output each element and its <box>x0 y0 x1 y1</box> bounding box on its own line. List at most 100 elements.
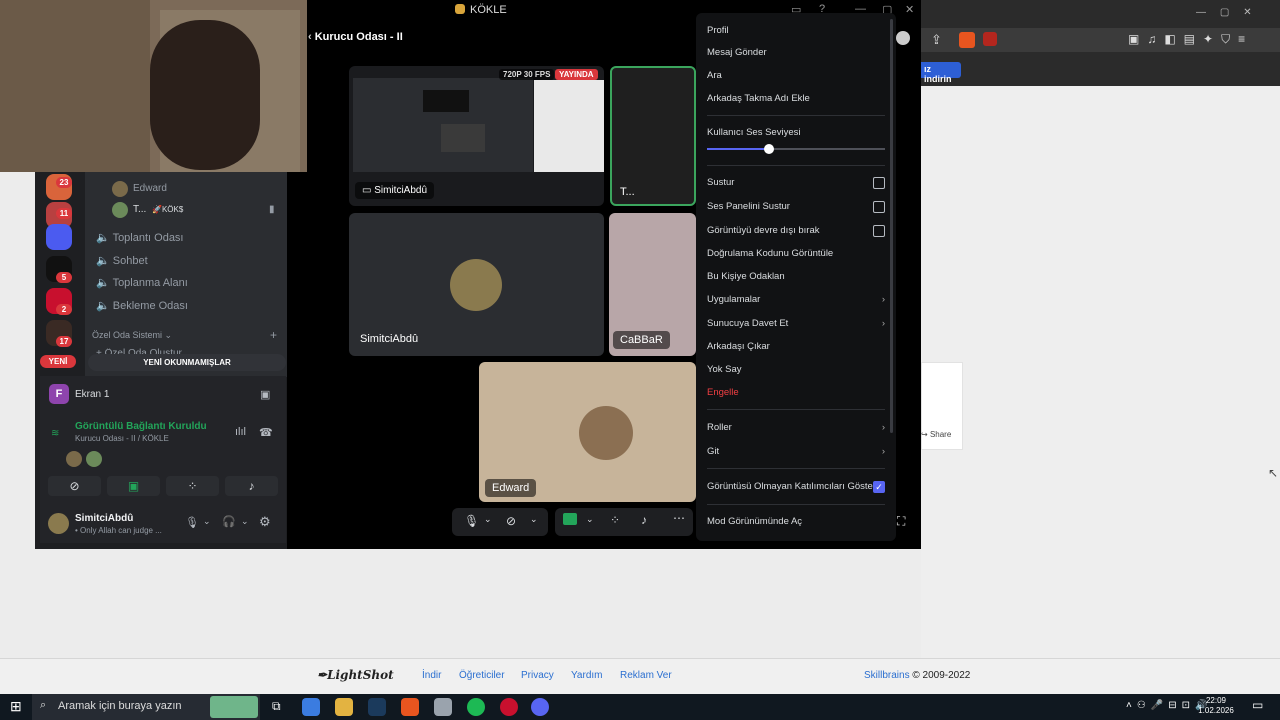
chevron-down-icon[interactable]: ⌄ <box>586 514 594 525</box>
close-icon[interactable]: ✕ <box>905 3 914 16</box>
menu-item-focus[interactable]: Bu Kişiye Odaklan <box>707 269 885 285</box>
skillbrains-link[interactable]: Skillbrains <box>864 670 910 681</box>
footer-link[interactable]: Reklam Ver <box>620 670 672 681</box>
brave-icon[interactable] <box>401 698 419 716</box>
channel-item[interactable]: 🔈 Bekleme Odası <box>96 299 188 312</box>
browser-extension-icons[interactable]: ▣♫◧▤✦⛉≡ <box>1128 32 1253 47</box>
noise-suppression-icon[interactable]: ılıl <box>235 426 246 438</box>
notifications-icon[interactable]: ▭ <box>1252 698 1263 712</box>
soundboard-icon[interactable]: ♪ <box>641 513 647 527</box>
menu-item-invite[interactable]: Sunucuya Davet Et › <box>707 316 885 332</box>
chevron-left-icon[interactable]: ‹ <box>308 31 315 43</box>
discord-icon[interactable] <box>531 698 549 716</box>
voice-member-name[interactable]: T... <box>133 204 146 215</box>
footer-link[interactable]: Öğreticiler <box>459 670 505 681</box>
menu-item-ignore[interactable]: Yok Say <box>707 362 885 378</box>
menu-separator <box>707 468 885 469</box>
footer-link[interactable]: Yardım <box>571 670 603 681</box>
add-channel-icon[interactable]: + <box>270 328 277 342</box>
rewards-icon[interactable] <box>983 32 997 46</box>
menu-item-apps[interactable]: Uygulamalar › <box>707 292 885 308</box>
unread-bar[interactable]: YENİ OKUNMAMIŞLAR <box>88 354 286 371</box>
menu-item-goto[interactable]: Git › <box>707 444 885 460</box>
taskbar-clock[interactable]: 22:09 1.02.2026 <box>1196 696 1236 716</box>
soundboard-icon: ♪ <box>248 479 255 493</box>
app-icon[interactable] <box>500 698 518 716</box>
file-explorer-icon[interactable] <box>335 698 353 716</box>
new-pill[interactable]: YENİ <box>40 355 76 368</box>
camera-off-button[interactable]: ⊘ <box>48 476 101 496</box>
checkbox[interactable] <box>873 225 885 237</box>
soundboard-button[interactable]: ♪ <box>225 476 278 496</box>
channel-item[interactable]: 🔈 Toplanma Alanı <box>96 276 188 289</box>
more-icon[interactable]: ⋯ <box>673 511 685 525</box>
chevron-down-icon[interactable]: ⌄ <box>241 516 249 527</box>
menu-item-remove-friend[interactable]: Arkadaşı Çıkar <box>707 339 885 355</box>
microphone-icon[interactable]: 🎙 <box>464 514 479 528</box>
install-button[interactable]: ız indirin <box>921 62 961 84</box>
channel-item[interactable]: 🔈 Sohbet <box>96 254 148 267</box>
voice-member-name[interactable]: Edward <box>133 183 167 194</box>
activities-button[interactable]: ⁘ <box>166 476 219 496</box>
fullscreen-icon[interactable]: ⛶ <box>897 514 905 529</box>
avatar[interactable] <box>48 513 69 534</box>
server-icon[interactable] <box>46 224 72 250</box>
menu-item-add-nickname[interactable]: Arkadaş Takma Adı Ekle <box>707 91 885 107</box>
clock-time: 22:09 <box>1205 696 1227 705</box>
menu-item-mute[interactable]: Sustur <box>707 175 885 191</box>
menu-item-mod-view[interactable]: Mod Görünümünde Aç <box>707 514 885 530</box>
category-header[interactable]: Özel Oda Sistemi ⌄ <box>92 330 172 341</box>
video-tile-user[interactable]: SimitciAbdû <box>349 213 604 356</box>
checkbox-checked[interactable]: ✓ <box>873 481 885 493</box>
gear-icon[interactable]: ⚙ <box>259 514 271 530</box>
channel-item[interactable]: 🔈 Toplantı Odası <box>96 231 184 244</box>
copilot-icon[interactable] <box>302 698 320 716</box>
video-tile-stream[interactable]: 720P 30 FPS YAYINDA ▭ SimitciAbdû <box>349 66 604 206</box>
search-highlight-icon[interactable] <box>210 696 258 718</box>
scrollbar[interactable] <box>890 19 893 433</box>
menu-item-roles[interactable]: Roller › <box>707 420 885 436</box>
chevron-down-icon[interactable]: ⌄ <box>203 516 211 527</box>
share-icon[interactable]: ⇪ <box>931 32 942 48</box>
brave-shield-icon[interactable] <box>959 32 975 48</box>
steam-icon[interactable] <box>368 698 386 716</box>
connection-location[interactable]: Kurucu Odası - II / KÖKLE <box>75 434 169 443</box>
menu-item-show-non-video[interactable]: Görüntüsü Olmayan Katılımcıları Göster ✓ <box>707 479 885 495</box>
video-tile-user[interactable]: Edward <box>479 362 696 502</box>
menu-item-disable-video[interactable]: Görüntüyü devre dışı bırak <box>707 223 885 239</box>
stop-stream-icon[interactable]: ▣ <box>260 388 270 401</box>
user-name[interactable]: SimitciAbdû <box>75 513 133 524</box>
screen-share-button[interactable]: ▣ <box>107 476 160 496</box>
video-tile-user[interactable]: T... <box>610 66 696 206</box>
task-view-icon[interactable]: ⧉ <box>272 699 281 714</box>
checkbox[interactable] <box>873 201 885 213</box>
volume-slider[interactable] <box>707 144 885 154</box>
footer-link[interactable]: İndir <box>422 670 441 681</box>
footer-link[interactable]: Privacy <box>521 670 554 681</box>
menu-item-block[interactable]: Engelle <box>707 385 885 401</box>
menu-item-verification-code[interactable]: Doğrulama Kodunu Görüntüle <box>707 246 885 262</box>
chevron-down-icon[interactable]: ⌄ <box>530 514 538 525</box>
headphones-icon[interactable]: 🎧 <box>222 515 236 528</box>
share-button[interactable]: ↪ Share <box>921 430 957 444</box>
user-status[interactable]: • Only Allah can judge ... <box>75 526 175 535</box>
spotify-icon[interactable] <box>467 698 485 716</box>
activities-icon[interactable]: ⁘ <box>610 513 620 527</box>
menu-item-send-message[interactable]: Mesaj Gönder <box>707 45 885 61</box>
menu-item-mute-soundboard[interactable]: Ses Panelini Sustur <box>707 199 885 215</box>
notepad-icon[interactable] <box>434 698 452 716</box>
video-tile-user[interactable]: CaBBaR <box>609 213 696 356</box>
lightshot-logo[interactable]: ✒LightShot <box>317 668 394 682</box>
menu-item-call[interactable]: Ara <box>707 68 885 84</box>
microphone-icon[interactable]: 🎙 <box>185 516 199 529</box>
chevron-down-icon[interactable]: ⌄ <box>484 514 492 525</box>
connection-status[interactable]: Görüntülü Bağlantı Kuruldu <box>75 421 207 432</box>
camera-off-icon[interactable]: ⊘ <box>506 514 516 528</box>
chat-toggle-icon[interactable] <box>896 31 910 45</box>
volume-slider-handle[interactable] <box>764 144 775 154</box>
windows-start-icon[interactable]: ⊞ <box>10 698 22 715</box>
screen-share-icon[interactable] <box>563 513 577 525</box>
checkbox[interactable] <box>873 177 885 189</box>
disconnect-icon[interactable]: ☎ <box>259 426 273 439</box>
menu-item-profile[interactable]: Profil <box>707 23 885 39</box>
